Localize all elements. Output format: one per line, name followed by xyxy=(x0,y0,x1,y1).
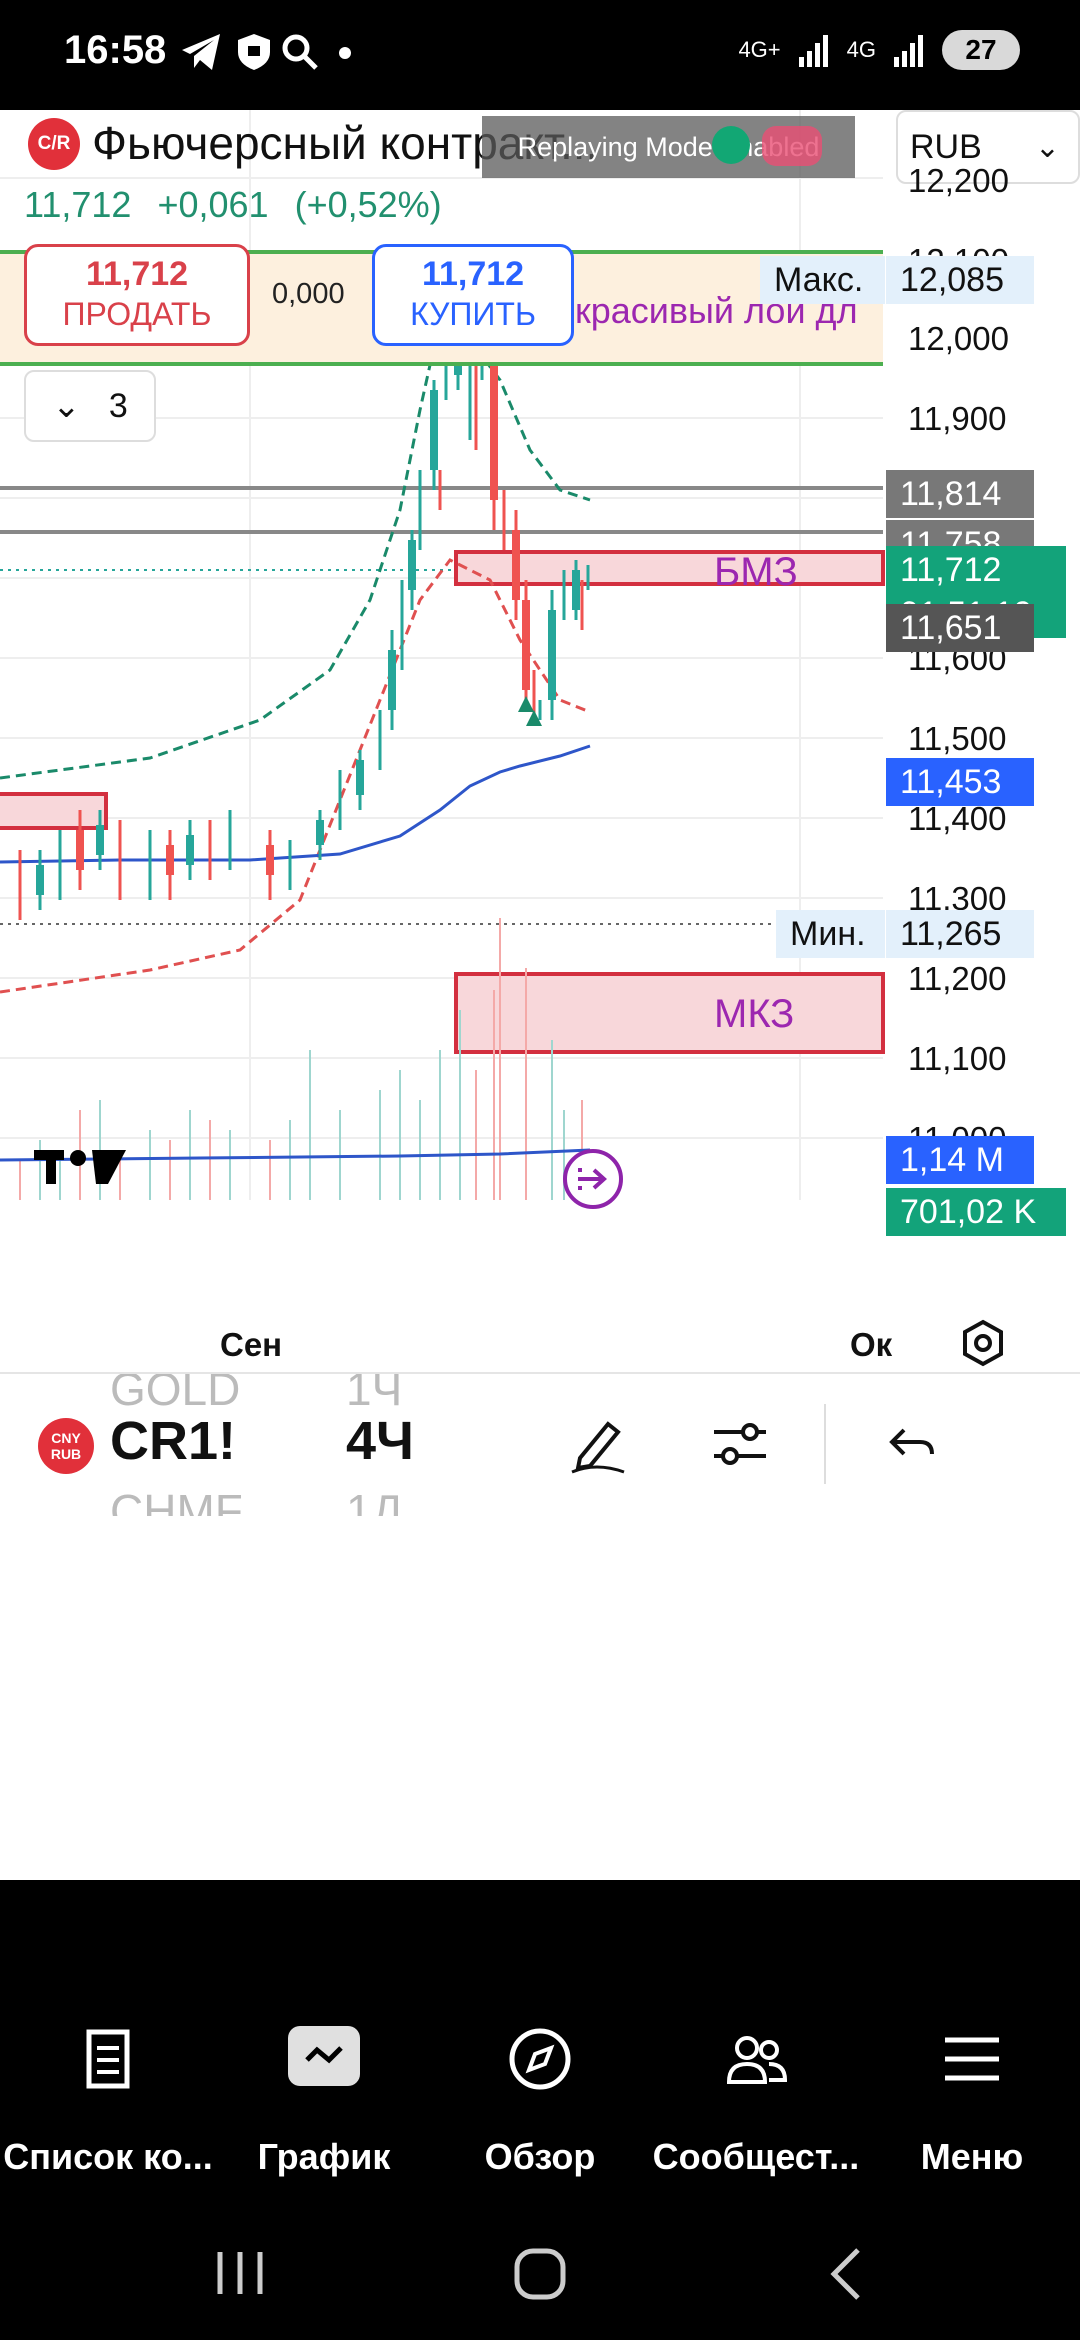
chevron-down-icon: ⌄ xyxy=(1034,131,1060,164)
spread-value: 0,000 xyxy=(272,278,345,310)
community-icon xyxy=(726,2036,788,2084)
date-label-oct: Ок xyxy=(850,1326,893,1363)
min-label: Мин. xyxy=(776,910,885,958)
nav-watchlist-label: Список ко... xyxy=(3,2136,213,2177)
zone-upper xyxy=(454,550,885,586)
network-type-1: 4G+ xyxy=(738,37,781,62)
network-type-2: 4G xyxy=(846,37,876,62)
signal-icon xyxy=(798,35,828,67)
chevron-down-icon: ⌄ xyxy=(52,387,81,425)
ma-value-tag: 11,453 xyxy=(886,758,1034,806)
indicator-count: 3 xyxy=(108,386,128,425)
buy-signal-1 xyxy=(518,696,534,712)
nav-community[interactable]: Сообщест... xyxy=(648,1996,864,2214)
axis-label-12000: 12,000 xyxy=(908,320,1009,357)
scroll-to-realtime-icon xyxy=(563,1149,623,1209)
shield-icon xyxy=(238,34,270,70)
undo-icon[interactable] xyxy=(880,1412,944,1476)
nav-menu-label: Меню xyxy=(920,2136,1024,2177)
indicators-collapse-button[interactable]: ⌄ 3 xyxy=(24,370,156,442)
telegram-icon xyxy=(182,34,220,70)
nav-watchlist[interactable]: Список ко... xyxy=(0,1996,216,2214)
sell-price: 11,712 xyxy=(85,255,189,293)
price-change: +0,061 xyxy=(157,184,269,225)
drawing-pencil-icon[interactable] xyxy=(566,1412,630,1476)
axis-label-11900: 11,900 xyxy=(908,400,1007,437)
max-value-tag: 12,085 xyxy=(886,256,1034,304)
axis-label-11500: 11,500 xyxy=(908,720,1007,757)
buy-price: 11,712 xyxy=(421,255,525,293)
nav-community-label: Сообщест... xyxy=(652,2136,860,2177)
watchlist-icon xyxy=(86,2029,130,2089)
app-content: C/R Фьючерсный контракт... 11,712 +0,061… xyxy=(0,110,1080,1880)
search-icon xyxy=(282,34,318,70)
battery-indicator: 27 xyxy=(942,30,1020,70)
currency-value: RUB xyxy=(910,127,982,166)
recent-apps-icon[interactable] xyxy=(212,2248,268,2298)
status-bar: 16:58 4G+ 4G 27 xyxy=(0,0,1080,110)
nav-chart[interactable]: График xyxy=(216,1996,432,2214)
volume-tag: 1,14 M xyxy=(886,1136,1034,1184)
level-3-tag: 11,651 xyxy=(886,604,1034,652)
symbol-logo: C/R xyxy=(28,118,80,170)
axis-label-12200: 12,200 xyxy=(908,162,1009,199)
chart-settings-icon[interactable] xyxy=(958,1318,1008,1368)
buy-button[interactable]: 11,712 КУПИТЬ xyxy=(372,244,574,346)
price-line: 11,712 +0,061 (+0,52%) xyxy=(24,184,458,226)
currency-badge: CNY RUB xyxy=(38,1418,94,1474)
hamburger-menu-icon xyxy=(945,2037,999,2081)
symbol-picker[interactable]: CR1! xyxy=(110,1410,236,1472)
channel-lower xyxy=(0,558,591,994)
signal-icon-2 xyxy=(894,35,923,67)
min-value-tag: 11,265 xyxy=(886,910,1034,958)
axis-label-11200: 11,200 xyxy=(908,960,1007,997)
buy-label: КУПИТЬ xyxy=(410,296,536,332)
axis-label-11100: 11,100 xyxy=(908,1040,1007,1077)
replay-badge xyxy=(762,126,822,166)
nav-explore-label: Обзор xyxy=(484,2136,596,2177)
nav-explore[interactable]: Обзор xyxy=(432,1996,648,2214)
notification-dot-icon xyxy=(339,47,351,59)
price-change-pct: (+0,52%) xyxy=(294,184,442,225)
status-time: 16:58 xyxy=(64,28,167,72)
back-icon[interactable] xyxy=(826,2246,866,2302)
nav-chart-label: График xyxy=(257,2136,391,2177)
zone-lower-label: МКЗ xyxy=(714,992,795,1036)
badge-top: CNY xyxy=(51,1430,81,1446)
replay-status-dot xyxy=(712,126,750,164)
compass-icon xyxy=(509,2028,571,2090)
max-label: Макс. xyxy=(760,256,885,304)
sell-label: ПРОДАТЬ xyxy=(62,296,212,332)
bottom-nav: Список ко... График Обзор Сообщест... Ме… xyxy=(0,1996,1080,2210)
status-right: 4G+ 4G 27 xyxy=(738,30,1020,70)
sell-button[interactable]: 11,712 ПРОДАТЬ xyxy=(24,244,250,346)
interval-picker[interactable]: 4Ч xyxy=(346,1410,414,1472)
interval-picker-next[interactable]: 1Д xyxy=(346,1484,403,1516)
chart-toolbar: GOLD 1Ч CNY RUB CR1! 4Ч CHMF 1Д xyxy=(0,1372,1080,1516)
zone-left xyxy=(0,792,108,830)
date-label-sep: Сен xyxy=(220,1326,283,1363)
volume-ma-tag: 701,02 K xyxy=(886,1188,1066,1236)
indicators-sliders-icon[interactable] xyxy=(708,1412,772,1476)
chart-icon xyxy=(305,2046,343,2064)
nav-menu[interactable]: Меню xyxy=(864,1996,1080,2214)
badge-bottom: RUB xyxy=(50,1446,82,1462)
current-price: 11,712 xyxy=(24,184,132,225)
level-1-tag: 11,814 xyxy=(886,470,1034,518)
home-icon[interactable] xyxy=(512,2246,568,2302)
system-nav xyxy=(0,2210,1080,2340)
zone-upper-label: БМЗ xyxy=(714,550,798,594)
toolbar-divider xyxy=(824,1404,826,1484)
last-price-value: 11,712 xyxy=(900,551,1002,589)
symbol-picker-next[interactable]: CHMF xyxy=(110,1484,243,1516)
zone-lower xyxy=(454,972,885,1054)
volume-ma xyxy=(0,1148,591,1162)
